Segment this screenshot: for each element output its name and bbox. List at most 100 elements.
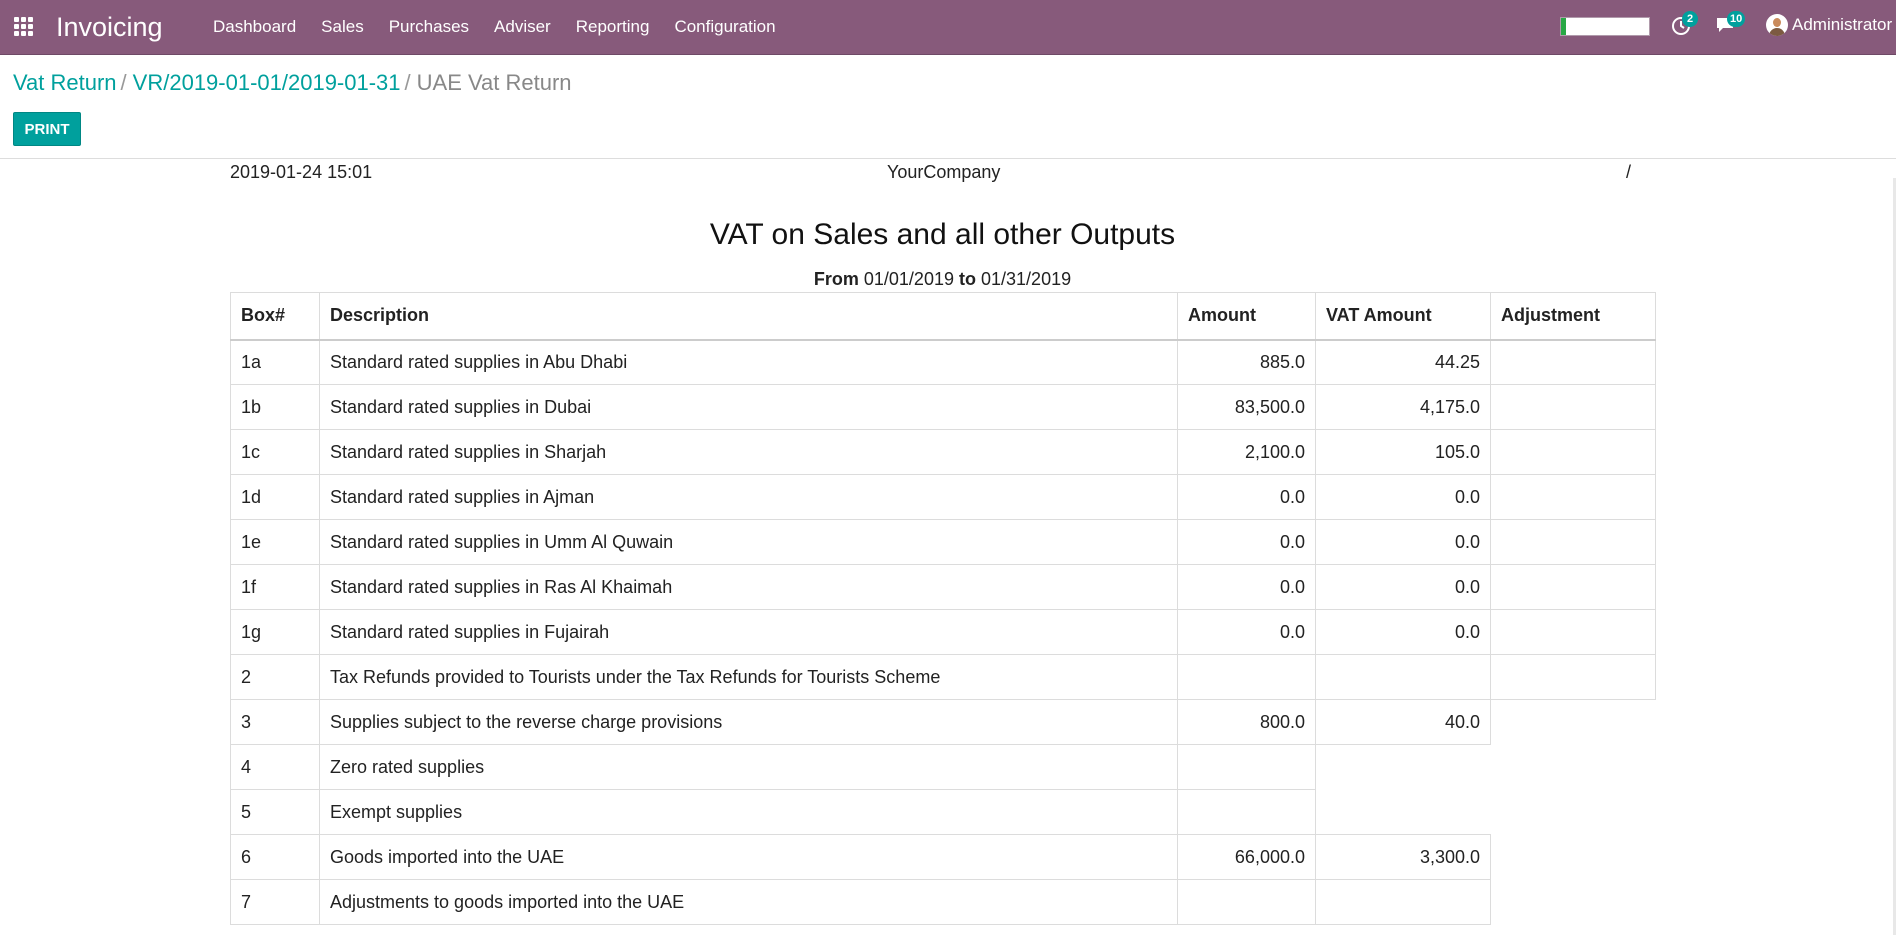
report-datetime: 2019-01-24 15:01 [230,162,373,182]
menu-adviser[interactable]: Adviser [494,17,551,37]
report-title: VAT on Sales and all other Outputs [709,218,1176,251]
column-header-adjustment: Adjustment [1490,292,1656,341]
cell-description: Standard rated supplies in Ajman [319,474,1178,520]
column-header-description: Description [319,292,1178,341]
cell-description: Standard rated supplies in Fujairah [319,609,1178,655]
breadcrumb: Vat Return / VR/2019-01-01/2019-01-31/UAE … [13,70,572,96]
user-name: Administrator [1792,15,1893,34]
menu-sales[interactable]: Sales [321,17,364,37]
messages-count-badge: 10 [1727,11,1746,27]
cell-box: 1e [230,519,320,565]
cell-amount: 0.0 [1177,564,1316,610]
range-to-label: to [959,269,976,289]
table-row: 5 Exempt supplies [230,789,1656,835]
breadcrumb-current: UAE Vat Return [416,70,572,95]
cell-vat-amount [1315,654,1491,700]
cell-vat-amount [1315,879,1491,925]
cell-description: Standard rated supplies in Ras Al Khaima… [319,564,1178,610]
cell-box: 1f [230,564,320,610]
menu-reporting[interactable]: Reporting [576,17,650,37]
cell-box: 1b [230,384,320,430]
cell-vat-amount: 44.25 [1315,339,1491,385]
breadcrumb-vat-return[interactable]: Vat Return [13,70,117,95]
app-title[interactable]: Invoicing [56,10,163,44]
range-to-date: 01/31/2019 [981,269,1072,289]
cell-description: Supplies subject to the reverse charge p… [319,699,1178,745]
breadcrumb-separator: / [120,70,127,95]
cell-amount [1177,744,1316,790]
report-company: YourCompany [887,162,1001,182]
menu-dashboard[interactable]: Dashboard [213,17,296,37]
table-row: 1f Standard rated supplies in Ras Al Khai… [230,564,1656,610]
cell-box: 1g [230,609,320,655]
cell-box: 3 [230,699,320,745]
cell-box: 5 [230,789,320,835]
print-button[interactable]: PRINT [13,112,81,146]
user-menu[interactable]: Administrator [1766,14,1892,36]
control-panel-divider [0,158,1896,159]
cell-description: Standard rated supplies in Abu Dhabi [319,339,1178,385]
menu-purchases[interactable]: Purchases [389,17,469,37]
table-row: 6 Goods imported into the UAE 66,000.0 3,30… [230,834,1656,880]
cell-empty [1491,790,1656,835]
cell-amount [1177,789,1316,835]
cell-box: 6 [230,834,320,880]
cell-box: 1d [230,474,320,520]
table-row: 1d Standard rated supplies in Ajman 0.0 0.0 [230,474,1656,520]
cell-vat-amount: 40.0 [1315,699,1491,745]
cell-vat-amount: 0.0 [1315,564,1491,610]
cell-description: Exempt supplies [319,789,1178,835]
cell-amount: 2,100.0 [1177,429,1316,475]
table-row: 4 Zero rated supplies [230,744,1656,790]
report-page-number: / [1626,162,1632,182]
breadcrumb-vat-period[interactable]: VR/2019-01-01/2019-01-31 [133,70,401,95]
cell-box: 7 [230,879,320,925]
apps-grid-icon[interactable] [14,17,34,37]
cell-empty [1491,880,1656,925]
cell-amount: 66,000.0 [1177,834,1316,880]
cell-vat-amount: 0.0 [1315,519,1491,565]
cell-amount: 83,500.0 [1177,384,1316,430]
cell-adjustment [1490,519,1656,565]
messages-button[interactable]: 10 [1715,11,1746,38]
cell-empty [1491,835,1656,880]
menu-configuration[interactable]: Configuration [674,17,775,37]
table-row: 1g Standard rated supplies in Fujairah 0.0… [230,609,1656,655]
cell-amount: 0.0 [1177,519,1316,565]
breadcrumb-separator: / [404,70,411,95]
table-row: 2 Tax Refunds provided to Tourists under … [230,654,1656,700]
cell-adjustment [1490,339,1656,385]
table-row: 1b Standard rated supplies in Dubai 83,500… [230,384,1656,430]
cell-box: 2 [230,654,320,700]
cell-adjustment [1490,474,1656,520]
cell-amount [1177,654,1316,700]
table-row: 1c Standard rated supplies in Sharjah 2,10… [230,429,1656,475]
onboarding-progress-bar[interactable] [1560,17,1650,36]
cell-description: Standard rated supplies in Sharjah [319,429,1178,475]
vat-return-table: Box# Description Amount VAT Amount Adjus… [230,292,1656,925]
table-header-row: Box# Description Amount VAT Amount Adjus… [230,292,1656,341]
cell-box: 1c [230,429,320,475]
cell-description: Standard rated supplies in Umm Al Quwain [319,519,1178,565]
cell-description: Tax Refunds provided to Tourists under t… [319,654,1178,700]
cell-vat-amount: 105.0 [1315,429,1491,475]
top-navbar: Invoicing Dashboard Sales Purchases Advi… [0,0,1896,55]
cell-vat-amount: 0.0 [1315,474,1491,520]
cell-adjustment [1490,564,1656,610]
column-header-vat-amount: VAT Amount [1315,292,1491,341]
cell-vat-amount: 4,175.0 [1315,384,1491,430]
table-row: 1e Standard rated supplies in Umm Al Quwa… [230,519,1656,565]
progress-fill [1561,18,1567,35]
cell-amount: 800.0 [1177,699,1316,745]
range-from-label: From [813,269,859,289]
table-row: 7 Adjustments to goods imported into the … [230,879,1656,925]
table-row: 1a Standard rated supplies in Abu Dhabi 88… [230,339,1656,385]
column-header-box: Box# [230,292,320,341]
activity-count-badge: 2 [1682,11,1698,27]
column-header-amount: Amount [1177,292,1316,341]
activity-button[interactable]: 2 [1670,11,1698,38]
cell-vat-amount: 3,300.0 [1315,834,1491,880]
main-menu: Dashboard Sales Purchases Adviser Report… [213,0,801,54]
cell-description: Standard rated supplies in Dubai [319,384,1178,430]
cell-adjustment [1490,384,1656,430]
